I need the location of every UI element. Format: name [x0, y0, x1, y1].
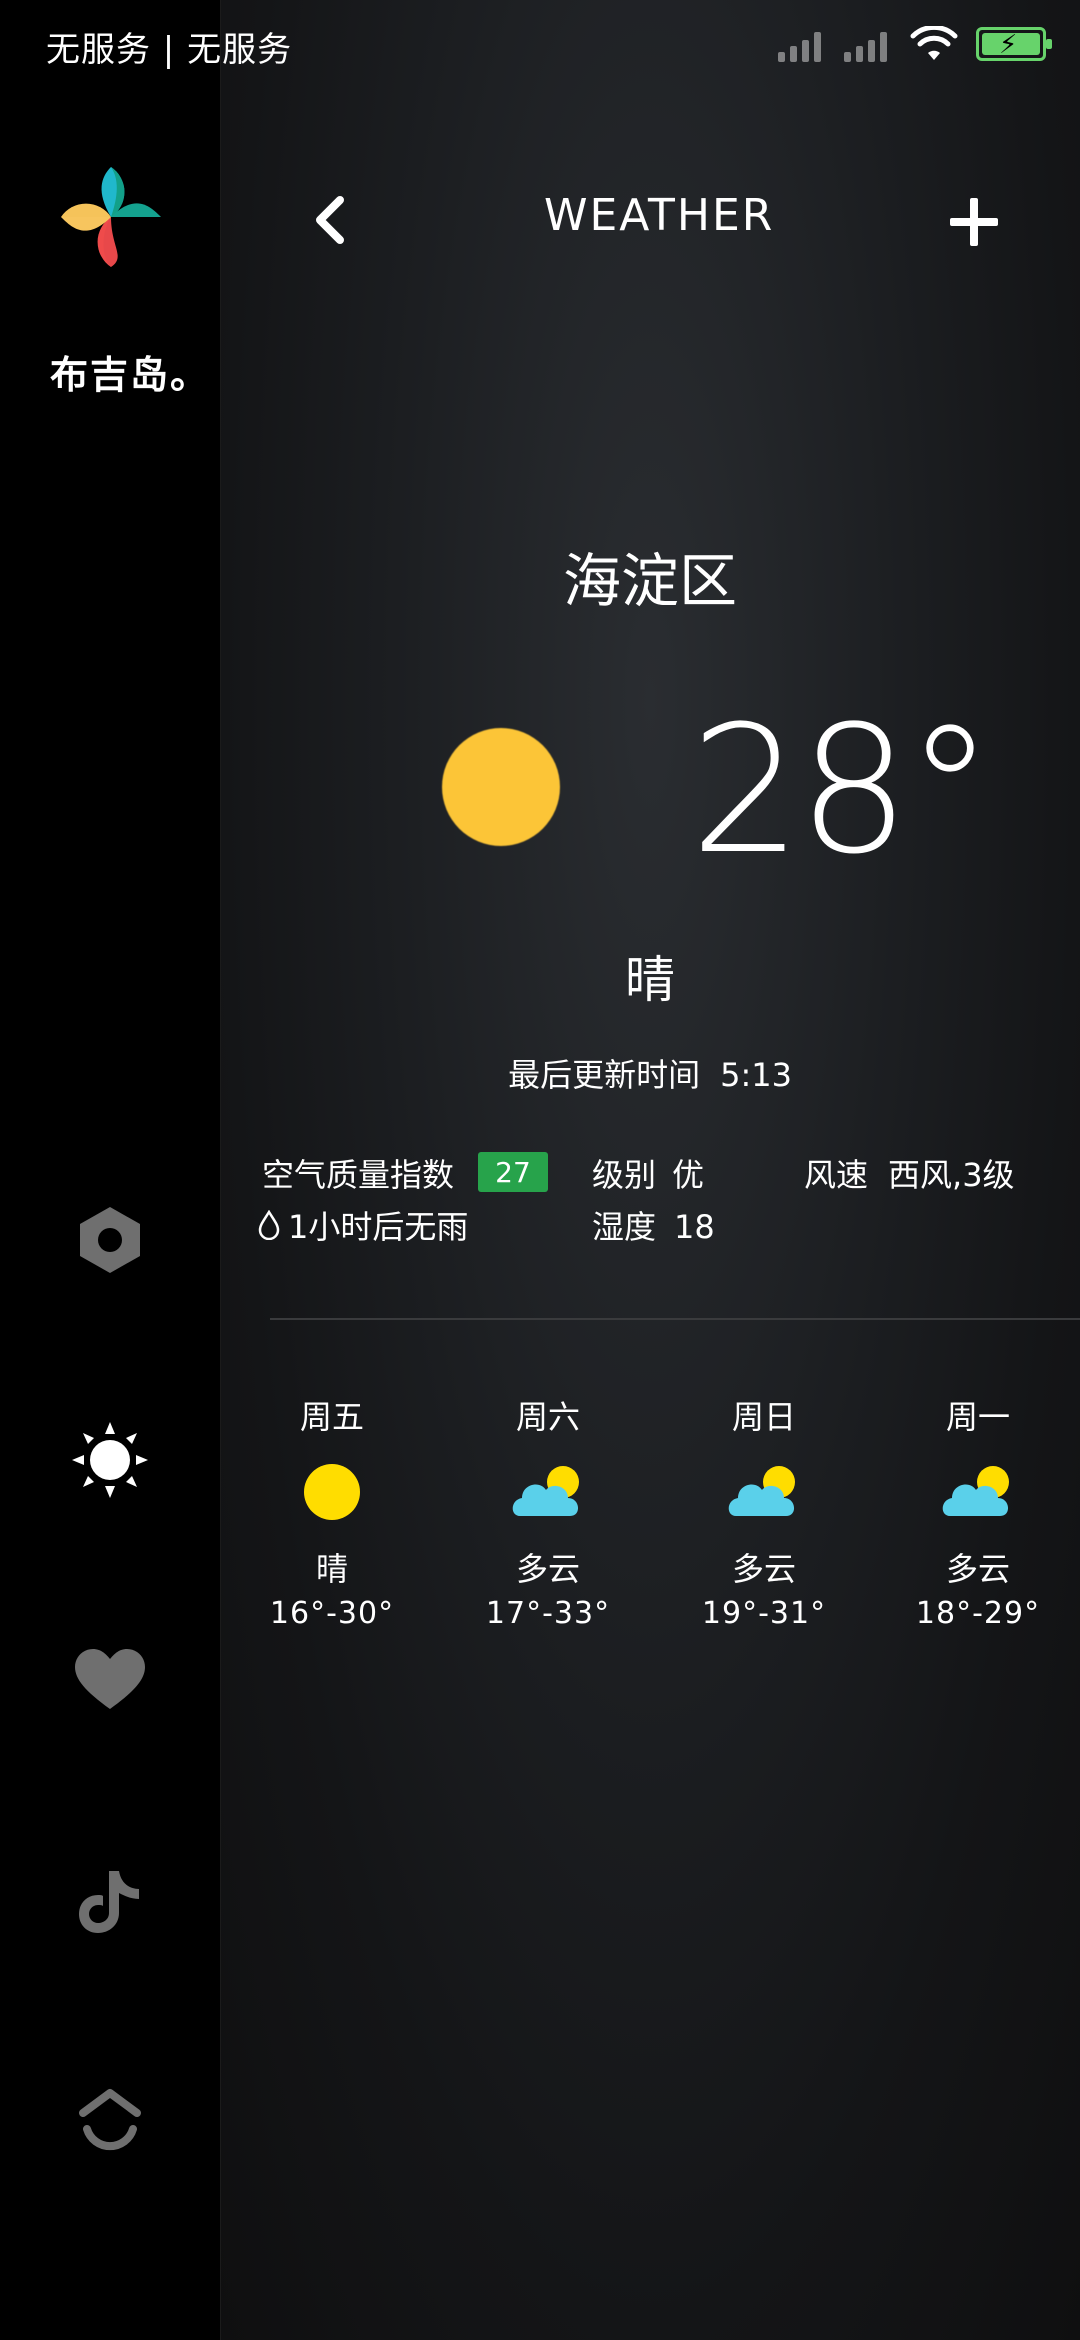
partly-cloudy-icon	[942, 1466, 1009, 1516]
sun-icon[interactable]	[70, 1420, 150, 1500]
rain-text: 1小时后无雨	[288, 1208, 469, 1246]
forecast-range: 18°-29°	[915, 1596, 1041, 1631]
divider	[270, 1318, 1080, 1320]
add-city-button[interactable]	[944, 192, 1004, 252]
forecast-day: 周日 多云 19°-31°	[664, 1392, 864, 1631]
forecast-condition: 多云	[945, 1550, 1010, 1588]
updated-time: 5:13	[720, 1056, 792, 1094]
forecast-day-name: 周六	[515, 1398, 580, 1436]
forecast-condition: 晴	[315, 1550, 348, 1588]
forecast-day-name: 周日	[731, 1398, 796, 1436]
forecast-day-name: 周五	[299, 1398, 364, 1436]
wind-label: 风速	[804, 1156, 869, 1194]
partly-cloudy-icon	[512, 1466, 579, 1516]
battery-icon: ⚡	[976, 27, 1052, 61]
last-updated: 最后更新时间 5:13	[0, 1050, 1080, 1096]
current-condition: 晴	[625, 951, 675, 1009]
wifi-icon	[910, 26, 958, 60]
sidebar: 布吉岛。	[0, 0, 221, 2340]
wind-value: 西风,3级	[888, 1156, 1015, 1194]
forecast-range: 16°-30°	[269, 1596, 395, 1631]
humidity-info: 湿度 18	[592, 1202, 715, 1248]
aqi-level: 级别优	[592, 1150, 704, 1196]
signal-icon	[778, 26, 826, 62]
page-title: WEATHER	[544, 190, 775, 241]
aqi-badge: 27	[478, 1152, 548, 1192]
back-arrow-icon[interactable]	[306, 192, 356, 248]
partly-cloudy-icon	[728, 1466, 795, 1516]
brand-name: 布吉岛。	[50, 353, 211, 397]
district-name: 海淀区	[562, 547, 737, 615]
forecast-range: 17°-33°	[485, 1596, 611, 1631]
sun-icon	[442, 728, 560, 846]
forecast-range: 19°-31°	[701, 1596, 827, 1631]
humidity-label: 湿度	[592, 1208, 657, 1246]
aqi-label: 空气质量指数	[262, 1156, 455, 1194]
rain-forecast: 1小时后无雨	[258, 1202, 468, 1248]
forecast-day: 周五 晴 16°-30°	[232, 1392, 432, 1631]
tiktok-icon[interactable]	[70, 1860, 150, 1940]
forecast-day: 周六 多云 17°-33°	[448, 1392, 648, 1631]
status-bar: 无服务 | 无服务 ⚡	[0, 0, 1080, 90]
level-label: 级别	[592, 1156, 657, 1194]
forecast-day-name: 周一	[945, 1398, 1010, 1436]
humidity-value: 18	[674, 1208, 715, 1246]
signal-icon	[844, 26, 892, 62]
pinwheel-logo-icon	[61, 167, 161, 267]
wind-info: 风速 西风,3级	[804, 1150, 1015, 1196]
heart-icon[interactable]	[70, 1640, 150, 1720]
current-temperature: 28°	[690, 688, 994, 893]
home-up-icon[interactable]	[70, 2080, 150, 2160]
forecast-condition: 多云	[515, 1550, 580, 1588]
carrier-text: 无服务 | 无服务	[46, 30, 293, 70]
forecast-day: 周一 多云 18°-29°	[878, 1392, 1078, 1631]
sun-icon	[304, 1464, 360, 1520]
hex-nut-icon[interactable]	[70, 1200, 150, 1280]
water-drop-icon	[258, 1210, 280, 1240]
level-value: 优	[672, 1156, 705, 1194]
updated-label: 最后更新时间	[508, 1056, 701, 1094]
forecast-condition: 多云	[731, 1550, 796, 1588]
